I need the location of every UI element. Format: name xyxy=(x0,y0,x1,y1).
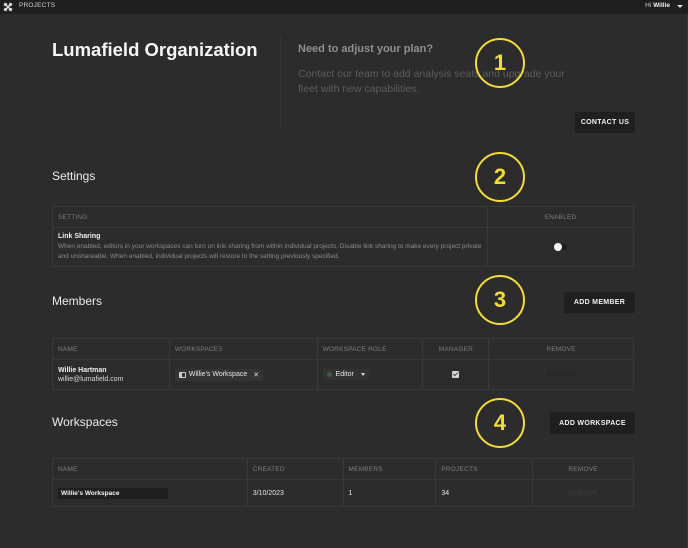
table-row: Willie's Workspace 3/10/2023 1 34 REMOVE xyxy=(52,479,634,507)
workspace-chip-label: Willie's Workspace xyxy=(188,371,248,378)
settings-table: SETTING ENABLED Link Sharing When enable… xyxy=(51,206,634,267)
workspace-remove-cell: REMOVE xyxy=(532,479,634,507)
workspace-created: 3/10/2023 xyxy=(246,479,344,507)
member-remove-cell: REMOVE xyxy=(488,359,634,390)
workspace-projects-count: 34 xyxy=(435,479,534,507)
member-name-cell: Willie Hartman willie@lumafield.com xyxy=(52,359,170,390)
setting-cell: Link Sharing When enabled, editors in yo… xyxy=(51,227,489,267)
chevron-down-icon xyxy=(360,373,365,376)
member-workspaces-cell: Willie's Workspace ✕ xyxy=(168,359,318,390)
setting-name: Link Sharing xyxy=(58,233,101,240)
column-header-remove: REMOVE xyxy=(532,458,634,480)
workspace-icon xyxy=(178,371,186,378)
setting-description: When enabled, editors in your workspaces… xyxy=(58,243,482,260)
annotation-marker-3: 3 xyxy=(475,275,525,325)
members-header-row: NAME WORKSPACES WORKSPACE ROLE MANAGER R… xyxy=(52,338,634,360)
remove-workspace-icon[interactable]: ✕ xyxy=(253,371,259,379)
column-header-setting: SETTING xyxy=(51,206,489,228)
toggle-knob xyxy=(553,242,562,251)
column-header-members: MEMBERS xyxy=(342,458,437,480)
manager-checkbox[interactable] xyxy=(452,370,460,378)
workspace-chip[interactable]: Willie's Workspace ✕ xyxy=(174,368,264,381)
member-manager-cell xyxy=(422,359,490,390)
table-row: Link Sharing When enabled, editors in yo… xyxy=(51,227,634,267)
annotation-marker-1: 1 xyxy=(475,38,525,88)
members-title: Members xyxy=(52,294,103,308)
column-header-manager: MANAGER xyxy=(422,338,490,360)
workspaces-title: Workspaces xyxy=(52,415,118,429)
remove-workspace-button[interactable]: REMOVE xyxy=(568,490,597,497)
plan-promo-body: Contact our team to add analysis seats a… xyxy=(298,68,565,95)
role-label: Editor xyxy=(335,371,354,378)
workspace-role-dropdown[interactable]: Editor xyxy=(322,369,369,380)
header-divider xyxy=(280,37,281,130)
add-workspace-button[interactable]: ADD WORKSPACE xyxy=(550,412,635,434)
column-header-remove: REMOVE xyxy=(488,338,634,360)
column-header-enabled: ENABLED xyxy=(487,206,634,228)
organization-title: Lumafield Organization xyxy=(52,39,258,60)
remove-member-button[interactable]: REMOVE xyxy=(546,371,575,378)
role-status-dot-icon xyxy=(326,372,332,377)
user-name: Willie xyxy=(653,2,670,9)
annotation-marker-2: 2 xyxy=(475,152,525,202)
top-bar: PROJECTS Hi Willie xyxy=(0,0,688,14)
column-header-workspace-role: WORKSPACE ROLE xyxy=(316,338,424,360)
annotation-marker-4: 4 xyxy=(475,398,525,448)
settings-title: Settings xyxy=(52,169,96,183)
column-header-name: NAME xyxy=(52,458,248,480)
workspaces-header-row: NAME CREATED MEMBERS PROJECTS REMOVE xyxy=(52,458,634,480)
user-menu-caret-icon[interactable] xyxy=(677,5,683,8)
add-member-button[interactable]: ADD MEMBER xyxy=(564,292,635,313)
workspace-name-cell: Willie's Workspace xyxy=(52,479,248,507)
table-row: Willie Hartman willie@lumafield.com Will… xyxy=(52,359,634,390)
greeting-prefix: Hi xyxy=(645,2,652,9)
workspaces-table: NAME CREATED MEMBERS PROJECTS REMOVE Wil… xyxy=(52,458,634,507)
link-sharing-toggle[interactable] xyxy=(553,242,567,251)
enabled-cell xyxy=(487,227,634,267)
contact-us-button[interactable]: CONTACT US xyxy=(575,112,635,133)
workspace-members-count: 1 xyxy=(342,479,437,507)
member-role-cell: Editor xyxy=(316,359,424,390)
member-email: willie@lumafield.com xyxy=(58,375,124,383)
user-greeting[interactable]: Hi Willie xyxy=(645,2,670,9)
nav-projects-link[interactable]: PROJECTS xyxy=(19,2,55,9)
lumafield-logo-icon[interactable] xyxy=(3,2,13,12)
column-header-name: NAME xyxy=(52,338,170,360)
plan-promo-title: Need to adjust your plan? xyxy=(298,43,434,55)
settings-header-row: SETTING ENABLED xyxy=(51,206,634,228)
members-table: NAME WORKSPACES WORKSPACE ROLE MANAGER R… xyxy=(52,338,634,390)
column-header-created: CREATED xyxy=(246,458,344,480)
column-header-projects: PROJECTS xyxy=(435,458,534,480)
column-header-workspaces: WORKSPACES xyxy=(168,338,318,360)
workspace-name-input[interactable]: Willie's Workspace xyxy=(58,487,168,499)
member-name: Willie Hartman xyxy=(58,366,107,374)
